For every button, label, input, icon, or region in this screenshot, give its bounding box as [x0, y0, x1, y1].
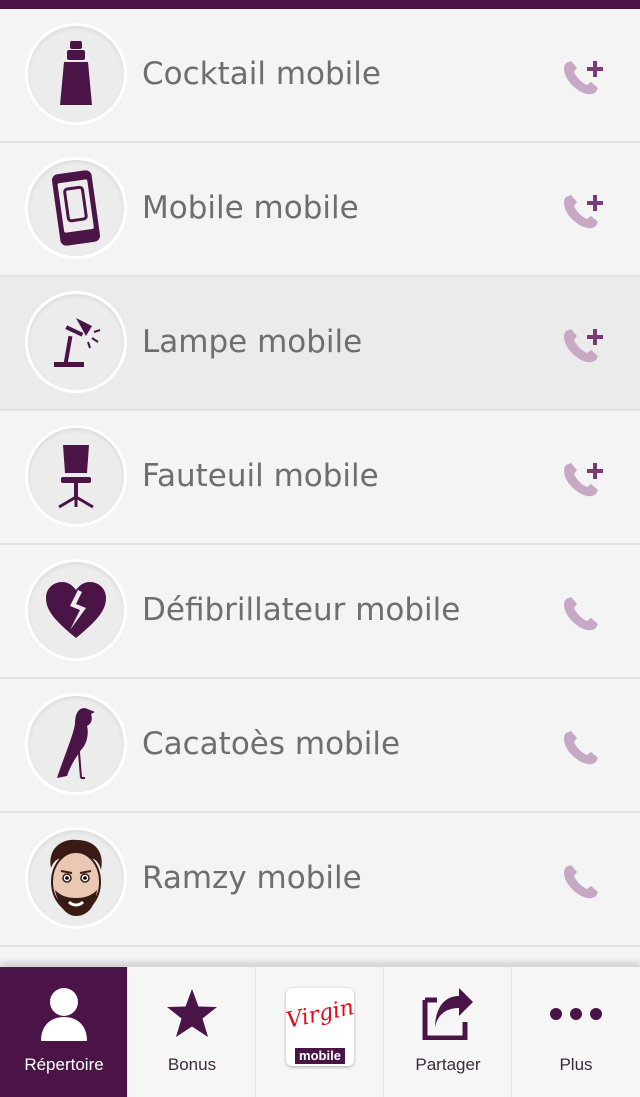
share-icon	[422, 988, 473, 1040]
call-icon[interactable]	[560, 727, 608, 767]
add-call-icon[interactable]	[560, 325, 608, 365]
person-icon	[41, 988, 87, 1041]
tab-partager[interactable]: Partager	[384, 967, 512, 1097]
contact-row-mobile[interactable]: Mobile mobile	[0, 143, 640, 277]
contact-avatar	[28, 562, 124, 658]
tab-virgin-mobile[interactable]: Virgin mobile	[256, 967, 384, 1097]
contact-name: Cacatoès mobile	[142, 726, 401, 762]
tab-repertoire[interactable]: Répertoire	[0, 967, 128, 1097]
contact-name: Fauteuil mobile	[142, 458, 379, 494]
call-icon[interactable]	[560, 861, 608, 901]
ramzy-face-avatar	[50, 839, 102, 916]
call-icon[interactable]	[560, 593, 608, 633]
contact-name: Cocktail mobile	[142, 56, 381, 92]
contact-avatar	[28, 294, 124, 390]
smartphone-icon	[51, 170, 101, 246]
cocktail-shaker-icon	[60, 41, 92, 105]
tab-label: Répertoire	[24, 1055, 104, 1074]
contact-avatar	[28, 830, 124, 926]
add-call-icon[interactable]	[560, 191, 608, 231]
logo-text: Virgin	[284, 995, 357, 1034]
add-call-icon[interactable]	[560, 57, 608, 97]
contact-name: Ramzy mobile	[142, 860, 362, 896]
contact-row-lampe[interactable]: Lampe mobile	[0, 277, 640, 411]
bottom-tab-bar: Répertoire Bonus Virgin mobile Partager	[0, 966, 640, 1097]
contact-name: Défibrillateur mobile	[142, 592, 461, 628]
bird-icon	[57, 708, 95, 779]
logo-subtext: mobile	[295, 1048, 345, 1064]
contact-row-cocktail[interactable]: Cocktail mobile	[0, 9, 640, 143]
tab-plus[interactable]: Plus	[512, 967, 640, 1097]
office-chair-icon	[58, 445, 94, 509]
contact-row-ramzy[interactable]: Ramzy mobile	[0, 813, 640, 947]
add-call-icon[interactable]	[560, 459, 608, 499]
virgin-mobile-logo: Virgin mobile	[284, 988, 357, 1066]
tab-label: Partager	[415, 1055, 481, 1074]
tab-bonus[interactable]: Bonus	[128, 967, 256, 1097]
top-accent-bar	[0, 0, 640, 9]
contact-avatar	[28, 26, 124, 122]
contact-name: Lampe mobile	[142, 324, 363, 360]
broken-heart-icon	[46, 582, 106, 638]
contact-row-fauteuil[interactable]: Fauteuil mobile	[0, 411, 640, 545]
contact-list: Cocktail mobile Mobile mobile Lampe mobi…	[0, 9, 640, 947]
contact-name: Mobile mobile	[142, 190, 359, 226]
desk-lamp-icon	[54, 318, 101, 367]
contact-row-cacatoes[interactable]: Cacatoès mobile	[0, 679, 640, 813]
more-dots-icon	[550, 1008, 602, 1020]
contact-row-defibrillateur[interactable]: Défibrillateur mobile	[0, 545, 640, 679]
star-icon	[167, 989, 217, 1037]
contact-avatar	[28, 160, 124, 256]
tab-label: Bonus	[167, 1055, 217, 1074]
tab-label: Plus	[559, 1055, 593, 1074]
contact-avatar	[28, 428, 124, 524]
contact-avatar	[28, 696, 124, 792]
